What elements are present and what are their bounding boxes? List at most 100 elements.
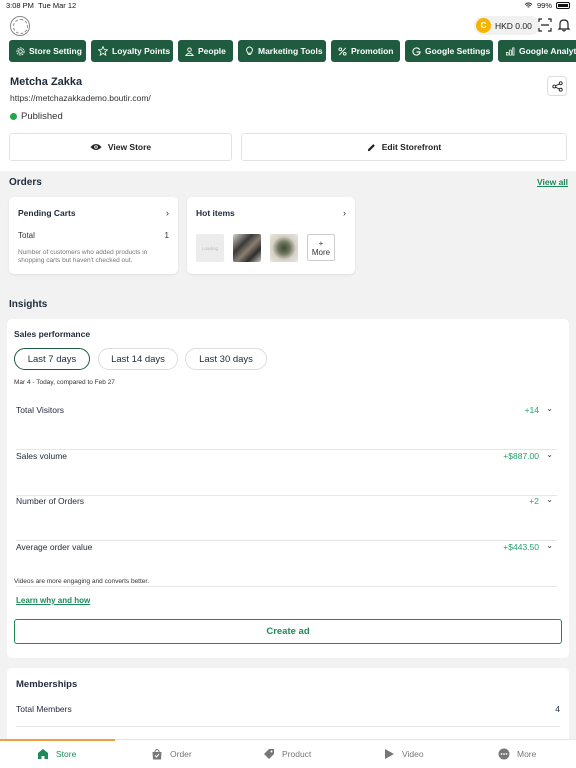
published-status-text: Published [21,111,63,122]
pending-carts-total-label: Total [18,231,35,240]
memberships-card: Memberships Total Members 4 [7,668,569,748]
more-label: More [311,248,331,257]
coin-icon: C [476,18,491,33]
tab-label: Google Analytics [519,46,576,56]
pending-carts-note: Number of customers who added products i… [18,249,148,264]
view-all-link[interactable]: View all [537,177,568,187]
metric-value: +2 [529,496,539,506]
view-store-label: View Store [107,142,152,152]
more-plus: + [318,239,324,248]
store-card: Metcha Zakka https://metchazakkademo.bou… [0,64,576,171]
tab-marketing-tools[interactable]: Marketing Tools [238,40,326,62]
tab-store-setting[interactable]: Store Setting [9,40,86,62]
learn-why-link[interactable]: Learn why and how [16,596,90,605]
pending-carts-card[interactable]: Pending Carts › Total 1 Number of custom… [9,197,178,274]
video-note: Videos are more engaging and converts be… [14,578,150,585]
chevron-right-icon: › [343,208,346,218]
nav-label: Order [170,749,192,759]
metric-number-of-orders[interactable]: Number of Orders +2 ⌄ [16,495,557,541]
edit-storefront-button[interactable]: Edit Storefront [241,133,567,161]
tab-people[interactable]: People [178,40,233,62]
metric-value: +14 [524,405,539,415]
tab-google-analytics[interactable]: Google Analytics [498,40,576,62]
hot-item-thumbnail[interactable] [270,234,298,262]
tab-label: Promotion [351,46,394,56]
metric-value: +$443.50 [503,542,539,552]
metric-label: Number of Orders [16,496,85,506]
star-icon [98,46,108,56]
nav-label: Store [56,749,77,759]
share-button[interactable] [547,76,567,96]
hot-item-thumbnail-placeholder[interactable]: Loading [196,234,224,262]
nav-label: Product [282,749,312,759]
tag-icon [264,749,274,759]
status-bar: 3:08 PM Tue Mar 12 99% [0,0,576,12]
insights-section-title: Insights [9,299,48,310]
published-status-dot [10,113,17,120]
pending-carts-title: Pending Carts [18,208,76,218]
quick-tabs: Store Setting Loyalty Points People Mark… [0,40,576,64]
view-store-button[interactable]: View Store [9,133,232,161]
tab-google-settings[interactable]: Google Settings [405,40,493,62]
nav-video[interactable]: Video [384,748,424,760]
active-tab-indicator [0,739,115,741]
sales-performance-card: Sales performance Last 7 days Last 14 da… [7,319,569,658]
tab-label: Loyalty Points [112,46,171,56]
period-last-14-days[interactable]: Last 14 days [98,348,178,370]
edit-storefront-label: Edit Storefront [381,142,442,152]
hot-items-card[interactable]: Hot items › Loading + More [187,197,355,274]
nav-order[interactable]: Order [151,748,192,760]
pencil-icon [367,143,375,151]
tab-label: People [198,46,226,56]
chevron-down-icon: ⌄ [546,404,553,413]
divider [16,726,560,727]
share-icon [551,80,563,92]
chevron-down-icon: ⌄ [546,541,553,550]
metric-label: Sales volume [16,451,68,461]
store-logo[interactable] [10,16,30,36]
tab-label: Store Setting [29,46,82,56]
person-icon [185,46,194,56]
nav-more[interactable]: More [498,748,536,760]
percent-icon [338,46,347,56]
google-icon [412,46,421,56]
balance-badge[interactable]: C HKD 0.00 [474,16,540,35]
eye-icon [90,144,102,150]
nav-store[interactable]: Store [37,748,76,760]
store-name: Metcha Zakka [10,76,83,88]
battery-percent: 99% [536,1,552,10]
metric-label: Total Visitors [16,405,65,415]
bag-icon [152,749,162,760]
chevron-down-icon: ⌄ [546,450,553,459]
chevron-down-icon: ⌄ [546,495,553,504]
metric-sales-volume[interactable]: Sales volume +$887.00 ⌄ [16,450,557,496]
total-members-label: Total Members [16,704,72,714]
nav-label: More [517,749,537,759]
metric-label: Average order value [16,542,93,552]
status-right: 99% [524,1,570,10]
tab-promotion[interactable]: Promotion [331,40,400,62]
store-icon [38,749,48,759]
bell-icon[interactable] [557,18,571,32]
balance-amount: HKD 0.00 [495,20,532,31]
total-members-value: 4 [555,704,560,714]
bottom-nav: Store Order Product Video More [0,739,576,768]
memberships-title: Memberships [16,679,78,690]
wifi-icon [524,2,533,8]
tab-loyalty-points[interactable]: Loyalty Points [91,40,173,62]
gear-icon [16,46,25,56]
status-time: 3:08 PM Tue Mar 12 [6,1,77,10]
sales-performance-title: Sales performance [14,329,91,339]
period-last-30-days[interactable]: Last 30 days [185,348,267,370]
hot-item-thumbnail[interactable] [233,234,261,262]
chevron-right-icon: › [166,208,169,218]
tab-label: Marketing Tools [258,46,323,56]
period-last-7-days[interactable]: Last 7 days [14,348,90,370]
scan-icon[interactable] [538,18,552,32]
create-ad-button[interactable]: Create ad [14,619,562,644]
nav-product[interactable]: Product [263,748,311,760]
more-hot-items-button[interactable]: + More [307,234,335,261]
bar-chart-icon [506,47,515,55]
store-url[interactable]: https://metchazakkademo.boutir.com/ [10,93,151,103]
metric-total-visitors[interactable]: Total Visitors +14 ⌄ [16,404,557,450]
